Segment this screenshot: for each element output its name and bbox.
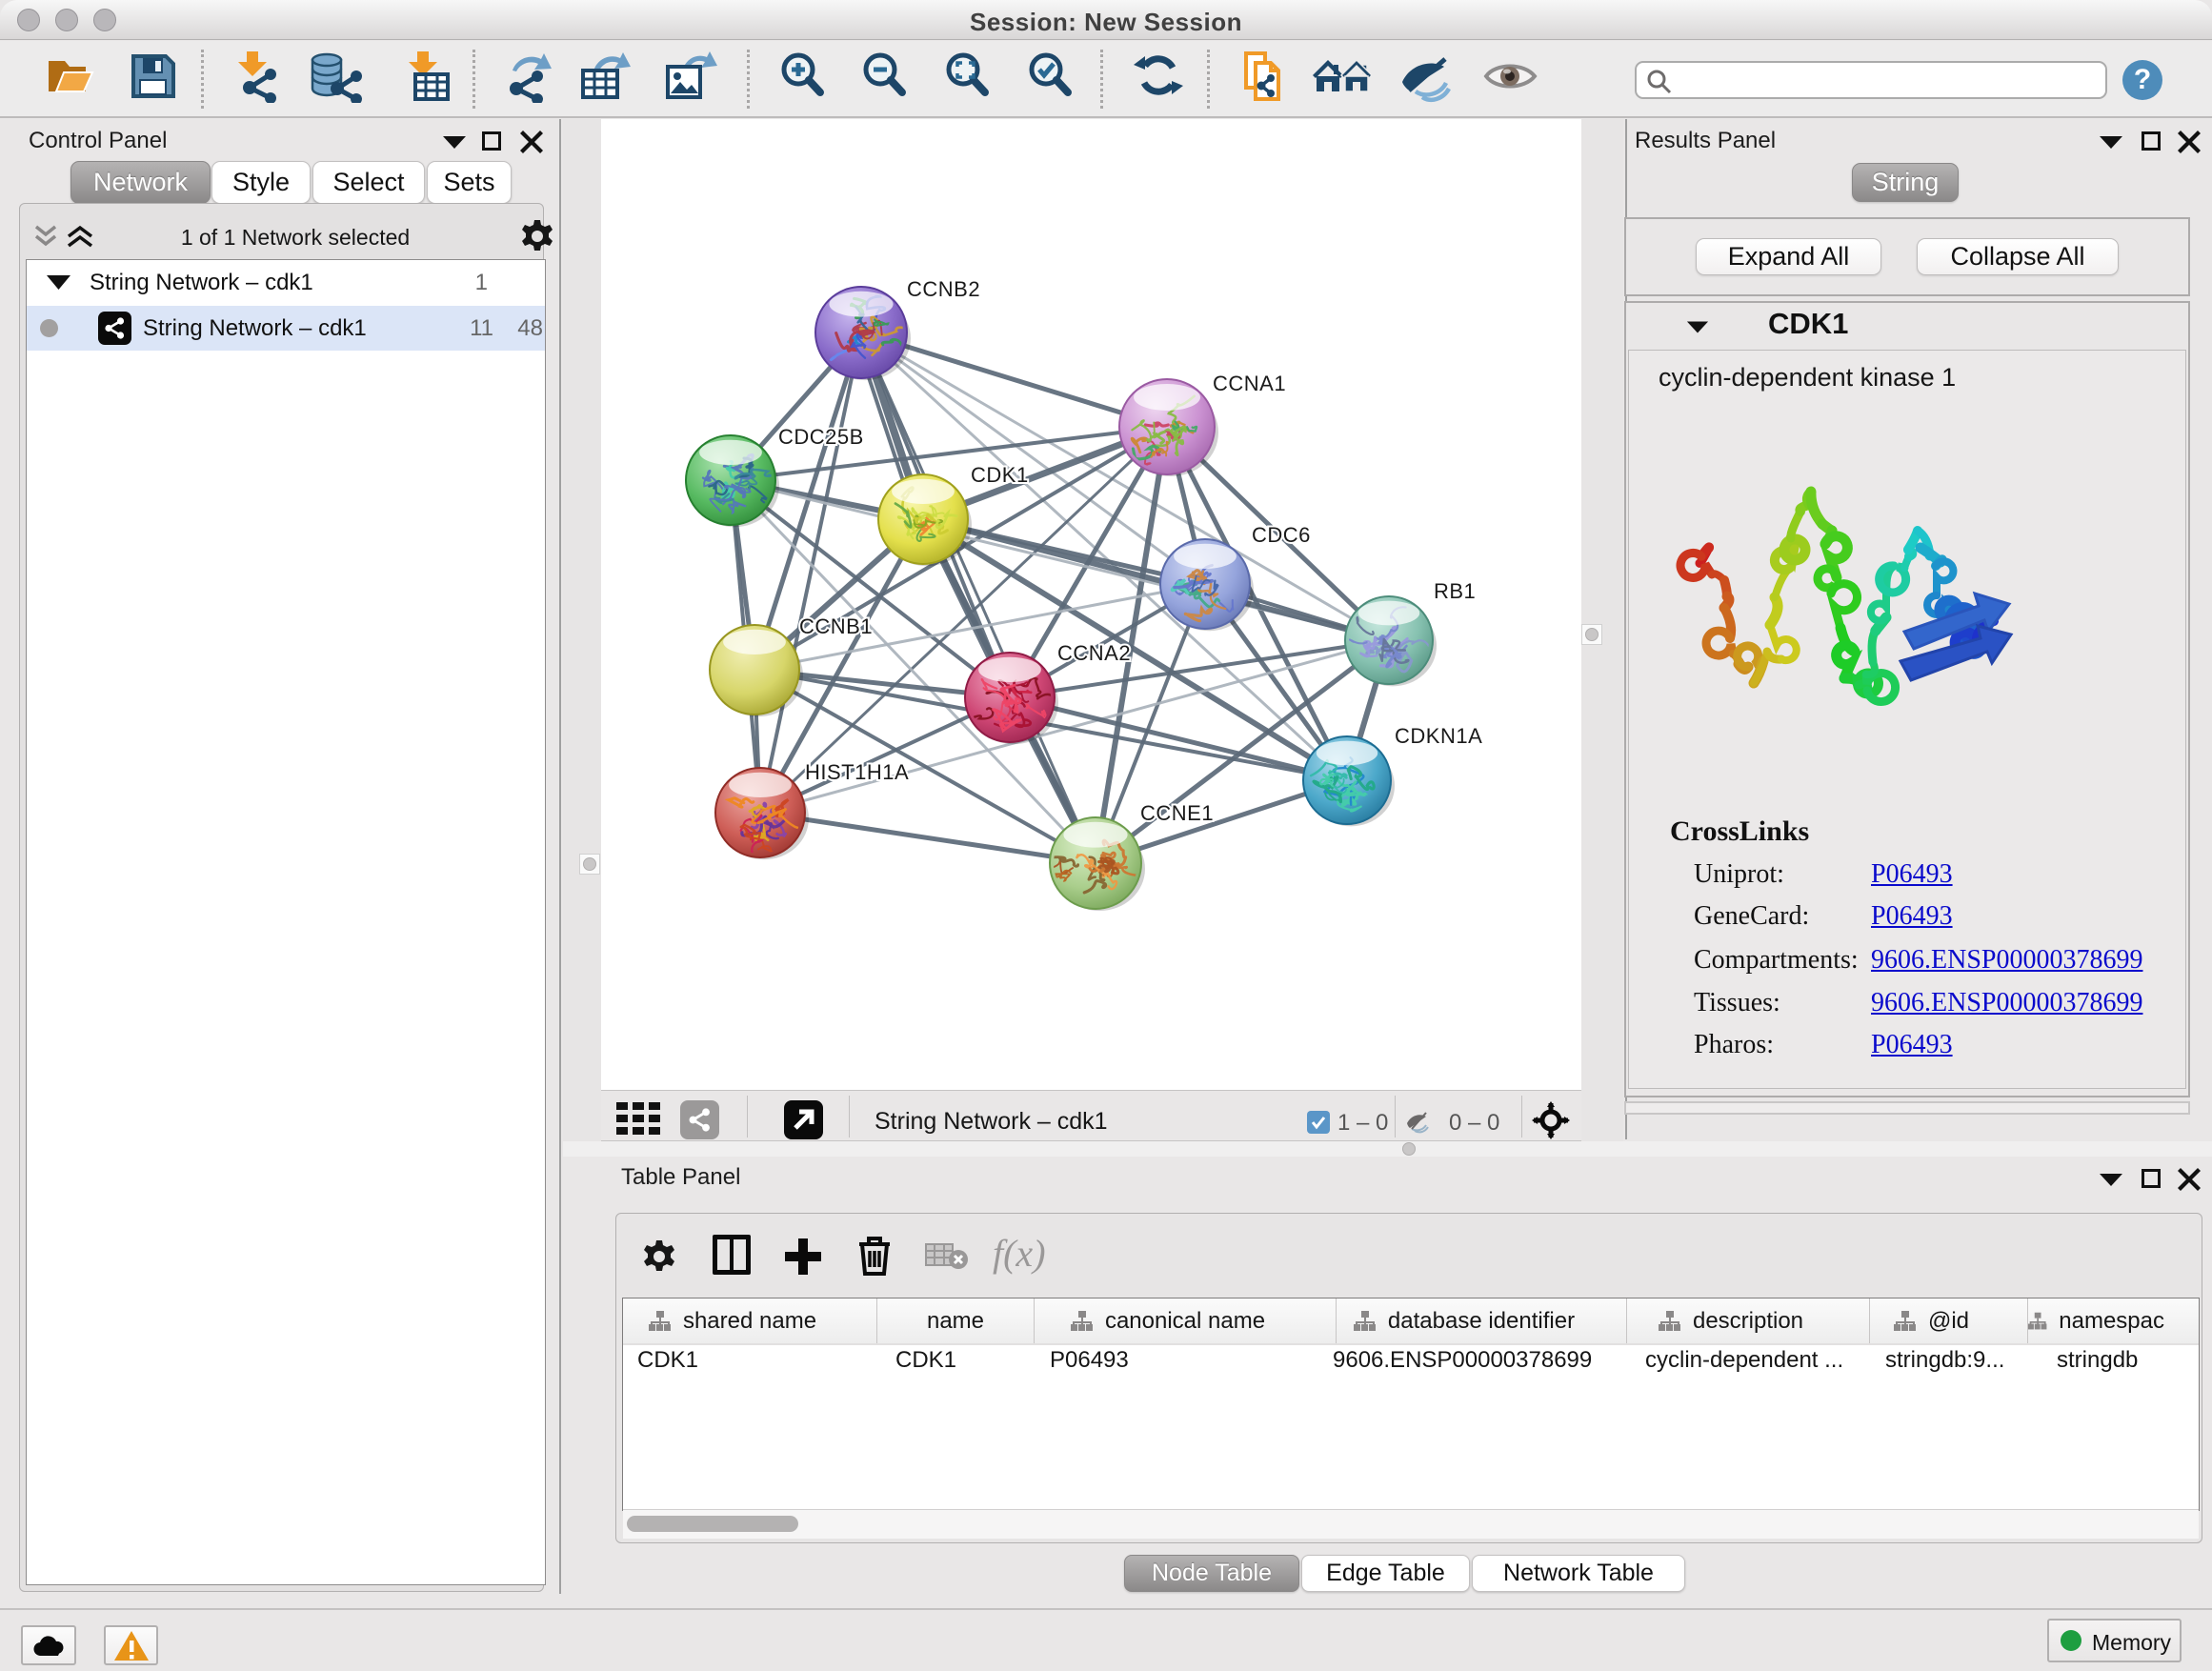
svg-text:CCNA2: CCNA2 [1057,641,1131,665]
svg-text:CCNB2: CCNB2 [907,277,980,301]
svg-text:CDK1: CDK1 [971,463,1029,487]
svg-text:CDKN1A: CDKN1A [1395,724,1482,748]
svg-text:CCNA1: CCNA1 [1213,372,1286,395]
svg-text:CDC25B: CDC25B [778,425,864,449]
svg-text:CDC6: CDC6 [1252,523,1311,547]
svg-text:HIST1H1A: HIST1H1A [805,760,909,784]
svg-text:RB1: RB1 [1434,579,1476,603]
svg-text:CCNB1: CCNB1 [799,614,873,638]
svg-text:CCNE1: CCNE1 [1140,801,1214,825]
